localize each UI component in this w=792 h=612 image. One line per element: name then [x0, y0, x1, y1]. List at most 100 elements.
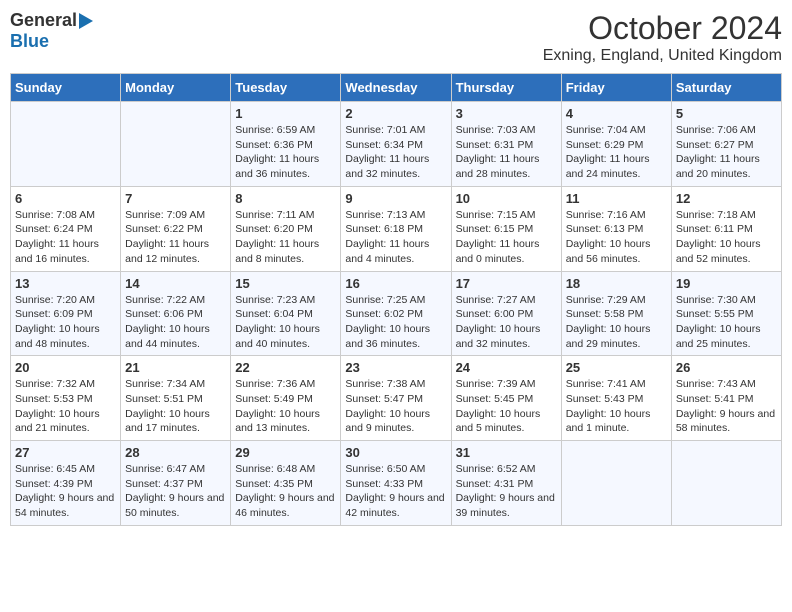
day-number: 19 [676, 276, 777, 291]
day-number: 21 [125, 360, 226, 375]
calendar-cell: 28Sunrise: 6:47 AM Sunset: 4:37 PM Dayli… [121, 441, 231, 526]
day-number: 27 [15, 445, 116, 460]
day-info: Sunrise: 7:39 AM Sunset: 5:45 PM Dayligh… [456, 377, 557, 436]
calendar-cell: 9 Sunrise: 7:13 AM Sunset: 6:18 PM Daylig… [341, 186, 451, 271]
calendar-week-row: 13 Sunrise: 7:20 AM Sunset: 6:09 PM Dayli… [11, 271, 782, 356]
day-info: Sunrise: 6:45 AM Sunset: 4:39 PM Dayligh… [15, 462, 116, 521]
day-info: Sunrise: 7:06 AM Sunset: 6:27 PM Dayligh… [676, 123, 777, 182]
calendar-cell: 12 Sunrise: 7:18 AM Sunset: 6:11 PM Dayli… [671, 186, 781, 271]
calendar-cell: 31Sunrise: 6:52 AM Sunset: 4:31 PM Dayli… [451, 441, 561, 526]
calendar-cell: 7 Sunrise: 7:09 AM Sunset: 6:22 PM Daylig… [121, 186, 231, 271]
day-info: Sunrise: 7:41 AM Sunset: 5:43 PM Dayligh… [566, 377, 667, 436]
day-number: 1 [235, 106, 336, 121]
calendar-cell: 20 Sunrise: 7:32 AM Sunset: 5:53 PM Dayli… [11, 356, 121, 441]
day-info: Sunrise: 6:48 AM Sunset: 4:35 PM Dayligh… [235, 462, 336, 521]
calendar-cell: 8 Sunrise: 7:11 AM Sunset: 6:20 PM Daylig… [231, 186, 341, 271]
calendar-cell: 26Sunrise: 7:43 AM Sunset: 5:41 PM Dayli… [671, 356, 781, 441]
day-number: 2 [345, 106, 446, 121]
calendar-week-row: 1 Sunrise: 6:59 AM Sunset: 6:36 PM Daylig… [11, 102, 782, 187]
calendar-cell: 10Sunrise: 7:15 AM Sunset: 6:15 PM Dayli… [451, 186, 561, 271]
day-of-week-header: Monday [121, 74, 231, 102]
day-number: 9 [345, 191, 446, 206]
day-info: Sunrise: 7:11 AM Sunset: 6:20 PM Dayligh… [235, 208, 336, 267]
calendar-cell: 17Sunrise: 7:27 AM Sunset: 6:00 PM Dayli… [451, 271, 561, 356]
day-info: Sunrise: 7:25 AM Sunset: 6:02 PM Dayligh… [345, 293, 446, 352]
day-number: 16 [345, 276, 446, 291]
day-info: Sunrise: 7:22 AM Sunset: 6:06 PM Dayligh… [125, 293, 226, 352]
calendar-cell: 13 Sunrise: 7:20 AM Sunset: 6:09 PM Dayli… [11, 271, 121, 356]
calendar-week-row: 6Sunrise: 7:08 AM Sunset: 6:24 PM Daylig… [11, 186, 782, 271]
day-number: 31 [456, 445, 557, 460]
day-number: 3 [456, 106, 557, 121]
day-of-week-header: Wednesday [341, 74, 451, 102]
day-info: Sunrise: 7:01 AM Sunset: 6:34 PM Dayligh… [345, 123, 446, 182]
calendar-cell: 2 Sunrise: 7:01 AM Sunset: 6:34 PM Daylig… [341, 102, 451, 187]
calendar-cell: 5 Sunrise: 7:06 AM Sunset: 6:27 PM Daylig… [671, 102, 781, 187]
calendar-cell [121, 102, 231, 187]
day-info: Sunrise: 6:50 AM Sunset: 4:33 PM Dayligh… [345, 462, 446, 521]
day-of-week-header: Tuesday [231, 74, 341, 102]
day-number: 12 [676, 191, 777, 206]
day-of-week-header: Sunday [11, 74, 121, 102]
logo: General Blue [10, 10, 93, 52]
month-title: October 2024 [543, 10, 782, 47]
day-number: 20 [15, 360, 116, 375]
calendar-cell: 4Sunrise: 7:04 AM Sunset: 6:29 PM Daylig… [561, 102, 671, 187]
calendar-cell: 23 Sunrise: 7:38 AM Sunset: 5:47 PM Dayli… [341, 356, 451, 441]
calendar-cell [11, 102, 121, 187]
day-info: Sunrise: 7:18 AM Sunset: 6:11 PM Dayligh… [676, 208, 777, 267]
calendar-cell: 30Sunrise: 6:50 AM Sunset: 4:33 PM Dayli… [341, 441, 451, 526]
calendar-cell: 18 Sunrise: 7:29 AM Sunset: 5:58 PM Dayli… [561, 271, 671, 356]
calendar-cell: 27 Sunrise: 6:45 AM Sunset: 4:39 PM Dayli… [11, 441, 121, 526]
day-info: Sunrise: 7:08 AM Sunset: 6:24 PM Dayligh… [15, 208, 116, 267]
logo-general: General [10, 10, 77, 31]
day-number: 4 [566, 106, 667, 121]
day-number: 8 [235, 191, 336, 206]
day-info: Sunrise: 7:36 AM Sunset: 5:49 PM Dayligh… [235, 377, 336, 436]
day-info: Sunrise: 7:23 AM Sunset: 6:04 PM Dayligh… [235, 293, 336, 352]
day-number: 25 [566, 360, 667, 375]
day-number: 5 [676, 106, 777, 121]
calendar-week-row: 27 Sunrise: 6:45 AM Sunset: 4:39 PM Dayli… [11, 441, 782, 526]
day-number: 7 [125, 191, 226, 206]
day-info: Sunrise: 7:30 AM Sunset: 5:55 PM Dayligh… [676, 293, 777, 352]
calendar-cell: 3Sunrise: 7:03 AM Sunset: 6:31 PM Daylig… [451, 102, 561, 187]
day-info: Sunrise: 7:32 AM Sunset: 5:53 PM Dayligh… [15, 377, 116, 436]
day-of-week-header: Thursday [451, 74, 561, 102]
day-of-week-header: Saturday [671, 74, 781, 102]
day-info: Sunrise: 7:29 AM Sunset: 5:58 PM Dayligh… [566, 293, 667, 352]
calendar-cell: 29 Sunrise: 6:48 AM Sunset: 4:35 PM Dayli… [231, 441, 341, 526]
day-info: Sunrise: 7:34 AM Sunset: 5:51 PM Dayligh… [125, 377, 226, 436]
day-number: 18 [566, 276, 667, 291]
day-number: 13 [15, 276, 116, 291]
calendar-cell: 25 Sunrise: 7:41 AM Sunset: 5:43 PM Dayli… [561, 356, 671, 441]
calendar-cell: 15 Sunrise: 7:23 AM Sunset: 6:04 PM Dayli… [231, 271, 341, 356]
calendar-cell: 19 Sunrise: 7:30 AM Sunset: 5:55 PM Dayli… [671, 271, 781, 356]
calendar-cell: 24 Sunrise: 7:39 AM Sunset: 5:45 PM Dayli… [451, 356, 561, 441]
day-info: Sunrise: 7:09 AM Sunset: 6:22 PM Dayligh… [125, 208, 226, 267]
day-info: Sunrise: 6:47 AM Sunset: 4:37 PM Dayligh… [125, 462, 226, 521]
header: General Blue October 2024 Exning, Englan… [10, 10, 782, 65]
calendar-week-row: 20 Sunrise: 7:32 AM Sunset: 5:53 PM Dayli… [11, 356, 782, 441]
calendar-cell [561, 441, 671, 526]
day-number: 15 [235, 276, 336, 291]
calendar-cell: 1 Sunrise: 6:59 AM Sunset: 6:36 PM Daylig… [231, 102, 341, 187]
calendar-cell: 22 Sunrise: 7:36 AM Sunset: 5:49 PM Dayli… [231, 356, 341, 441]
day-number: 22 [235, 360, 336, 375]
calendar-cell: 6Sunrise: 7:08 AM Sunset: 6:24 PM Daylig… [11, 186, 121, 271]
day-of-week-header: Friday [561, 74, 671, 102]
day-info: Sunrise: 7:20 AM Sunset: 6:09 PM Dayligh… [15, 293, 116, 352]
logo-blue: Blue [10, 31, 49, 52]
title-area: October 2024 Exning, England, United Kin… [543, 10, 782, 65]
day-info: Sunrise: 7:13 AM Sunset: 6:18 PM Dayligh… [345, 208, 446, 267]
day-info: Sunrise: 7:38 AM Sunset: 5:47 PM Dayligh… [345, 377, 446, 436]
calendar: SundayMondayTuesdayWednesdayThursdayFrid… [10, 73, 782, 526]
day-info: Sunrise: 6:59 AM Sunset: 6:36 PM Dayligh… [235, 123, 336, 182]
day-info: Sunrise: 7:43 AM Sunset: 5:41 PM Dayligh… [676, 377, 777, 436]
day-number: 23 [345, 360, 446, 375]
day-number: 24 [456, 360, 557, 375]
calendar-cell: 21 Sunrise: 7:34 AM Sunset: 5:51 PM Dayli… [121, 356, 231, 441]
day-number: 10 [456, 191, 557, 206]
calendar-cell: 11Sunrise: 7:16 AM Sunset: 6:13 PM Dayli… [561, 186, 671, 271]
day-number: 29 [235, 445, 336, 460]
